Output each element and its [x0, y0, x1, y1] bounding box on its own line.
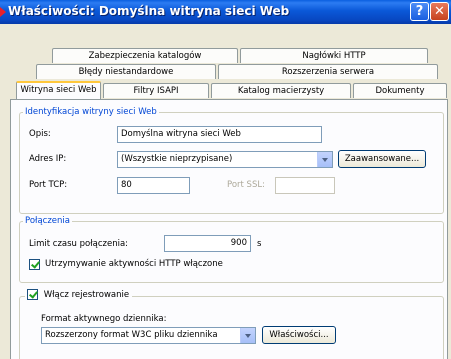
logging-legend: Włącz rejestrowanie	[25, 289, 133, 300]
timeout-unit-label: s	[257, 239, 262, 249]
ip-address-label: Adres IP:	[29, 154, 67, 164]
tcp-port-label: Port TCP:	[29, 180, 68, 190]
enable-logging-label: Włącz rejestrowanie	[43, 289, 130, 300]
window-title: Właściwości: Domyślna witryna sieci Web	[8, 4, 290, 18]
log-format-dropdown[interactable]: Rozszerzony format W3C pliku dziennika	[41, 327, 256, 344]
tab-server-extensions[interactable]: Rozszerzenia serwera	[218, 64, 438, 79]
tab-panel-web-site: Identyfikacja witryny sieci Web Opis: Do…	[10, 99, 448, 359]
chevron-down-icon[interactable]	[317, 152, 332, 167]
description-label: Opis:	[29, 129, 51, 139]
timeout-input[interactable]: 900	[164, 235, 251, 252]
title-bar[interactable]: Właściwości: Domyślna witryna sieci Web …	[0, 0, 451, 24]
tab-directory-security[interactable]: Zabezpieczenia katalogów	[52, 48, 238, 63]
connections-group	[19, 221, 444, 283]
tab-isapi-filters[interactable]: Filtry ISAPI	[103, 83, 209, 98]
log-properties-button[interactable]: Właściwości...	[262, 326, 336, 344]
close-button[interactable]: ✕	[430, 2, 449, 21]
ssl-port-input[interactable]	[275, 177, 335, 194]
log-format-value: Rozszerzony format W3C pliku dziennika	[45, 330, 218, 340]
tab-documents[interactable]: Dokumenty	[353, 83, 447, 98]
identification-legend: Identyfikacja witryny sieci Web	[23, 107, 159, 117]
tab-home-directory[interactable]: Katalog macierzysty	[211, 83, 351, 98]
chevron-down-icon[interactable]	[240, 328, 255, 343]
tab-http-headers[interactable]: Nagłówki HTTP	[240, 48, 428, 63]
tab-web-site[interactable]: Witryna sieci Web	[16, 81, 101, 99]
tcp-port-input[interactable]: 80	[117, 177, 190, 194]
advanced-button[interactable]: Zaawansowane...	[338, 150, 426, 168]
description-input[interactable]: Domyślna witryna sieci Web	[117, 126, 322, 143]
ip-address-value: (Wszystkie nieprzypisane)	[121, 154, 233, 164]
enable-logging-checkbox[interactable]	[27, 289, 38, 300]
log-format-label: Format aktywnego dziennika:	[41, 314, 167, 324]
connections-legend: Połączenia	[23, 216, 72, 226]
ssl-port-label: Port SSL:	[227, 180, 265, 190]
ip-address-dropdown[interactable]: (Wszystkie nieprzypisane)	[117, 151, 333, 168]
keepalive-checkbox[interactable]	[29, 259, 40, 270]
help-button[interactable]: ?	[410, 2, 429, 21]
keepalive-label: Utrzymywanie aktywności HTTP włączone	[45, 259, 223, 269]
tab-custom-errors[interactable]: Błędy niestandardowe	[36, 64, 216, 79]
arrow-marker-icon	[0, 7, 6, 17]
timeout-label: Limit czasu połączenia:	[29, 239, 129, 249]
